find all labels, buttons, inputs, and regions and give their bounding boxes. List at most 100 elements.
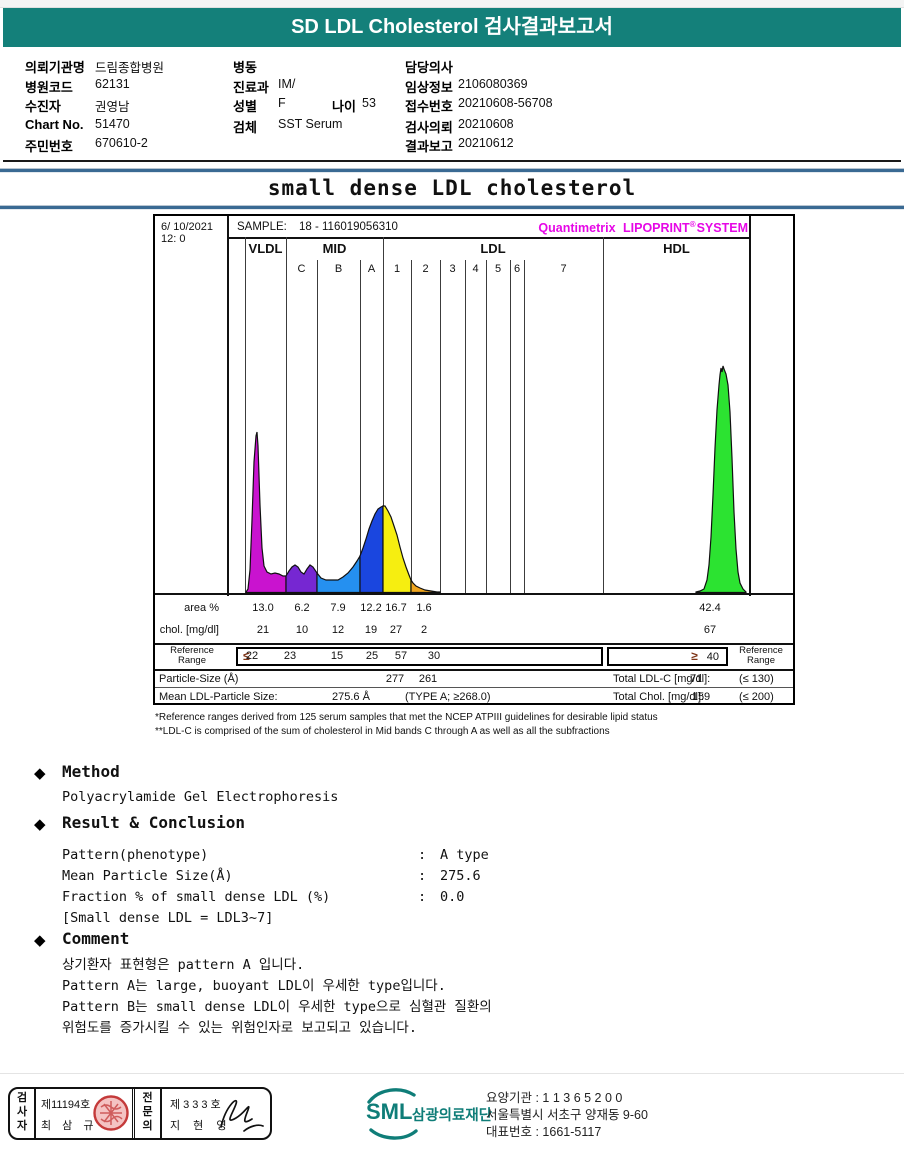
result-row-label: Fraction % of small dense LDL (%) [62, 889, 330, 905]
result-row-value: 0.0 [440, 889, 464, 905]
report-title: SD LDL Cholesterol 검사결과보고서 [291, 16, 613, 38]
comment-line: 위험도를 증가시킬 수 있는 위험인자로 보고되고 있습니다. [62, 1016, 417, 1036]
patient-field-label: 수진자 [25, 96, 61, 115]
chol-row-label: chol. [mg/dl] [155, 624, 219, 636]
examiner-license-no: 제11194호 [41, 1096, 90, 1112]
signature-box: 검사자 제11194호 최 삼 규 전문의 제333호 지 현 영 [8, 1087, 272, 1140]
band-area-pct: 7.9 [330, 602, 345, 614]
total-chol-reference: (≤ 200) [739, 691, 774, 703]
examiner-role-cell: 검사자 [10, 1089, 36, 1138]
band-letter: 6 [514, 263, 520, 275]
gel-band-fill-vldl [246, 432, 286, 593]
hdl-reference-value: 40 [707, 651, 719, 663]
band-chol: 10 [296, 624, 308, 636]
sample-label: SAMPLE: [237, 221, 287, 233]
patient-field-label: 진료과 [233, 77, 269, 96]
band-letter: 5 [495, 263, 501, 275]
result-row-label: Mean Particle Size(Å) [62, 868, 233, 884]
band-chol: 2 [421, 624, 427, 636]
patient-field-label: Chart No. [25, 117, 84, 132]
lab-footer: SML 삼광의료재단 요양기관 : 1 1 3 6 5 2 0 0서울특별시 서… [362, 1086, 902, 1144]
particle-size-ldl1: 277 [386, 673, 404, 685]
band-reference: 22 [246, 650, 258, 662]
patient-field-value: 62131 [95, 77, 130, 91]
patient-field-value: 51470 [95, 117, 130, 131]
patient-field-value: 20210608 [458, 117, 514, 131]
top-strip [0, 0, 904, 8]
patient-field-label: 성별 [233, 96, 257, 115]
patient-field-value: F [278, 96, 286, 110]
patient-field-label: 검사의뢰 [405, 117, 453, 136]
footer-divider [0, 1073, 904, 1074]
total-chol-label: Total Chol. [mg/dl]: [613, 691, 704, 703]
total-ldl-value: 71 [690, 673, 702, 685]
gel-baseline [155, 593, 793, 595]
gel-band-fill-hdl [696, 366, 746, 593]
gel-band-fill-ldl-2 [411, 580, 440, 593]
comment-line: Pattern B는 small dense LDL이 우세한 type으로 심… [62, 995, 492, 1015]
band-group-label: MID [323, 241, 347, 256]
patient-field-value: 드림종합병원 [95, 57, 164, 76]
specialist-role: 전문의 [141, 1091, 154, 1133]
patient-field-label: 나이 [332, 96, 356, 115]
band-letter: 4 [472, 263, 478, 275]
patient-field-value: SST Serum [278, 117, 342, 131]
particle-size-label: Particle-Size (Å) [159, 673, 238, 685]
report-header-band: SD LDL Cholesterol 검사결과보고서 [3, 8, 901, 47]
section-title: small dense LDL cholesterol [0, 176, 904, 200]
band-group-label: HDL [663, 241, 690, 256]
band-letter: 1 [394, 263, 400, 275]
lipoprint-chart: 6/ 10/2021 12: 0 SAMPLE: 18 - 1160190563… [153, 214, 795, 705]
brand-quantimetrix: Quantimetrix [538, 221, 615, 235]
brand-lipoprint: LIPOPRINT [623, 221, 690, 235]
comment-bullet-icon: ◆ [34, 931, 46, 949]
band-reference: 15 [331, 650, 343, 662]
sml-logo-text: SML [366, 1099, 412, 1125]
band-reference: 30 [428, 650, 440, 662]
reference-range-label-right: Reference Range [732, 646, 790, 666]
patient-field-label: 검체 [233, 117, 257, 136]
method-body: Polyacrylamide Gel Electrophoresis [62, 789, 338, 805]
examiner-name: 최 삼 규 [41, 1117, 97, 1133]
result-row-colon: : [418, 847, 426, 863]
band-group-label: LDL [480, 241, 505, 256]
method-bullet-icon: ◆ [34, 764, 46, 782]
result-bullet-icon: ◆ [34, 815, 46, 833]
band-letter: 3 [449, 263, 455, 275]
gel-band-fill-mid-b [317, 556, 360, 593]
divider-blue-top [0, 168, 904, 173]
band-chol: 67 [704, 624, 716, 636]
area-row-label: area % [155, 602, 219, 614]
total-chol-value: 159 [692, 691, 710, 703]
patient-field-value: 20210608-56708 [458, 96, 553, 110]
band-area-pct: 42.4 [699, 602, 720, 614]
band-chol: 19 [365, 624, 377, 636]
band-group-label: VLDL [249, 241, 283, 256]
comment-heading: Comment [62, 929, 129, 948]
specialist-role-cell: 전문의 [135, 1089, 162, 1138]
band-reference: 25 [366, 650, 378, 662]
ref-box-main: ≤ 222315255730 [236, 647, 603, 666]
mean-row-top-border [155, 687, 793, 688]
band-chol: 21 [257, 624, 269, 636]
band-letter: C [298, 263, 306, 275]
band-area-pct: 13.0 [252, 602, 273, 614]
band-area-pct: 1.6 [416, 602, 431, 614]
particle-size-ldl2: 261 [419, 673, 437, 685]
method-heading: Method [62, 762, 120, 781]
result-row-label: Pattern(phenotype) [62, 847, 208, 863]
patient-field-label: 임상정보 [405, 77, 453, 96]
band-reference: 57 [395, 650, 407, 662]
result-row-value: 275.6 [440, 868, 481, 884]
registered-mark-icon: ® [690, 220, 696, 229]
divider-blue-bottom [0, 205, 904, 210]
sample-value: 18 - 116019056310 [299, 221, 398, 233]
patient-field-value: IM/ [278, 77, 295, 91]
mean-particle-label: Mean LDL-Particle Size: [159, 691, 278, 703]
patient-field-value: 2106080369 [458, 77, 528, 91]
band-area-pct: 6.2 [294, 602, 309, 614]
gel-band-fill-ldl-1 [383, 506, 411, 593]
result-row-colon: : [418, 889, 426, 905]
ref-row-top-border [155, 643, 793, 645]
result-row-label: [Small dense LDL = LDL3~7] [62, 910, 273, 926]
